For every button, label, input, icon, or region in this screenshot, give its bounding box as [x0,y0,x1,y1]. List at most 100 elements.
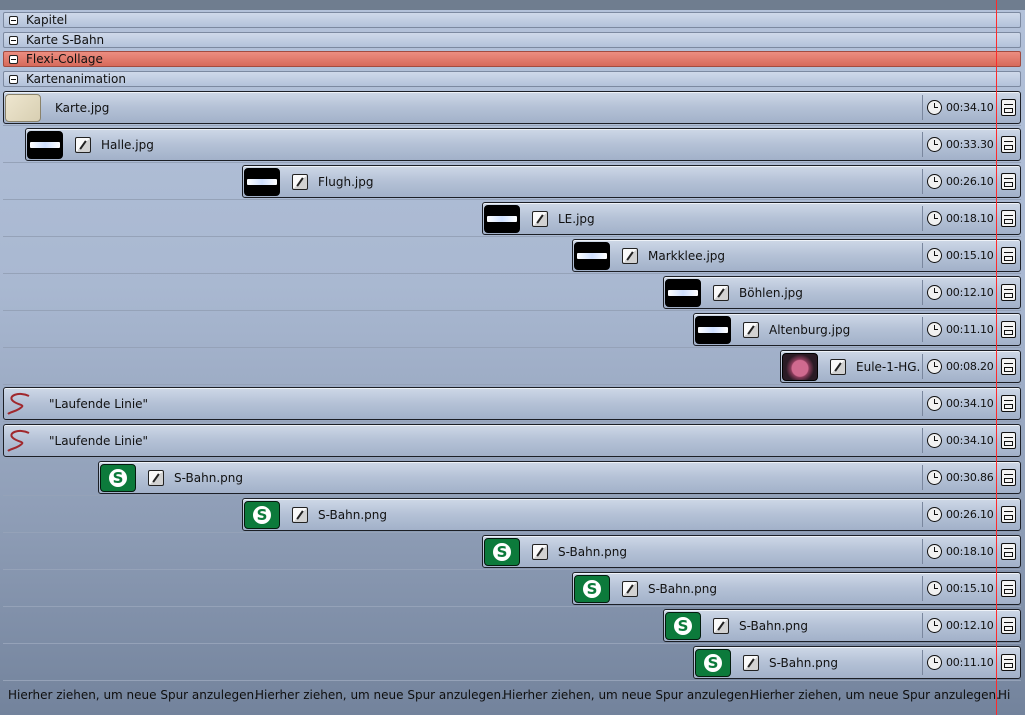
clock-icon [927,359,942,374]
timeline-clip[interactable]: Karte.jpg 00:34.10 [3,91,1021,124]
effect-icon[interactable] [830,358,846,375]
end-marker-icon[interactable] [1001,99,1016,116]
effect-icon[interactable] [292,506,308,523]
playhead-marker[interactable] [996,0,997,715]
clock-icon [927,433,942,448]
effect-icon[interactable] [148,469,164,486]
group-kapitel[interactable]: Kapitel [3,12,1021,28]
group-kartenanimation[interactable]: Kartenanimation [3,71,1021,87]
end-marker-icon[interactable] [1001,210,1016,227]
clip-duration: 00:26.10 [922,502,996,527]
clip-duration: 00:30.86 [922,465,996,490]
timeline-clip[interactable]: "Laufende Linie" 00:34.10 [3,424,1021,457]
collapse-toggle-icon[interactable] [9,35,18,45]
clip-duration: 00:34.10 [922,95,996,120]
end-marker-icon[interactable] [1001,395,1016,412]
timeline-clip[interactable]: Flugh.jpg 00:26.10 [242,165,1021,198]
end-marker-icon[interactable] [1001,506,1016,523]
s-bahn-logo-icon: S [251,503,273,526]
group-title: Kartenanimation [26,72,126,86]
clip-thumbnail [782,352,818,381]
timeline-clip[interactable]: "Laufende Linie" 00:34.10 [3,387,1021,420]
group-title: Karte S-Bahn [26,33,105,47]
clock-icon [927,174,942,189]
collapse-toggle-icon[interactable] [9,54,18,64]
duration-text: 00:12.10 [946,286,994,299]
timeline-clip[interactable]: S S-Bahn.png 00:26.10 [242,498,1021,531]
effect-icon[interactable] [532,210,548,227]
collapse-toggle-icon[interactable] [9,15,18,25]
clip-thumbnail [665,278,701,307]
clip-thumbnail [484,204,520,233]
duration-text: 00:26.10 [946,175,994,188]
end-marker-icon[interactable] [1001,358,1016,375]
end-marker-icon[interactable] [1001,617,1016,634]
new-track-drop-zone[interactable]: Hierher ziehen, um neue Spur anzulegen. … [3,684,1021,706]
clip-thumbnail: S [484,537,520,566]
clip-thumbnail [244,167,280,196]
timeline-clip[interactable]: S S-Bahn.png 00:11.10 [693,646,1021,679]
clip-name: "Laufende Linie" [49,396,149,411]
effect-icon[interactable] [292,173,308,190]
timeline-clip[interactable]: Altenburg.jpg 00:11.10 [693,313,1021,346]
timeline-clip[interactable]: Halle.jpg 00:33.30 [25,128,1021,161]
end-marker-icon[interactable] [1001,469,1016,486]
clip-thumbnail: S [574,574,610,603]
clip-name: Karte.jpg [55,100,110,115]
duration-text: 00:33.30 [946,138,994,151]
timeline-clip[interactable]: Markklee.jpg 00:15.10 [572,239,1021,272]
effect-icon[interactable] [713,284,729,301]
clip-duration: 00:33.30 [922,132,996,157]
clock-icon [927,211,942,226]
end-marker-icon[interactable] [1001,284,1016,301]
clock-icon [927,248,942,263]
effect-icon[interactable] [75,136,91,153]
clip-thumbnail [5,93,41,122]
clip-name: "Laufende Linie" [49,433,149,448]
clock-icon [927,507,942,522]
clip-thumbnail: S [665,611,701,640]
end-marker-icon[interactable] [1001,432,1016,449]
effect-icon[interactable] [713,617,729,634]
timeline-clip[interactable]: Eule-1-HG. 00:08.20 [780,350,1021,383]
clock-icon [927,137,942,152]
clip-thumbnail: S [100,463,136,492]
group-title: Flexi-Collage [26,52,103,66]
clock-icon [927,396,942,411]
effect-icon[interactable] [622,247,638,264]
duration-text: 00:26.10 [946,508,994,521]
drop-hint: Hierher ziehen, um neue Spur anzulegen. [8,688,258,702]
end-marker-icon[interactable] [1001,136,1016,153]
clock-icon [927,285,942,300]
effect-icon[interactable] [743,654,759,671]
timeline-clip[interactable]: LE.jpg 00:18.10 [482,202,1021,235]
duration-text: 00:12.10 [946,619,994,632]
drop-hint: Hierher ziehen, um neue Spur anzulegen. [255,688,505,702]
clip-duration: 00:18.10 [922,539,996,564]
clip-name: Flugh.jpg [318,174,374,189]
clip-duration: 00:15.10 [922,576,996,601]
clip-duration: 00:12.10 [922,613,996,638]
effect-icon[interactable] [743,321,759,338]
clock-icon [927,470,942,485]
group-flexi-collage[interactable]: Flexi-Collage [3,51,1021,67]
clip-duration: 00:15.10 [922,243,996,268]
effect-icon[interactable] [622,580,638,597]
end-marker-icon[interactable] [1001,580,1016,597]
end-marker-icon[interactable] [1001,321,1016,338]
timeline-clip[interactable]: S S-Bahn.png 00:12.10 [663,609,1021,642]
end-marker-icon[interactable] [1001,247,1016,264]
timeline-clip[interactable]: S S-Bahn.png 00:30.86 [98,461,1021,494]
timeline-clip[interactable]: Böhlen.jpg 00:12.10 [663,276,1021,309]
group-karte-s-bahn[interactable]: Karte S-Bahn [3,32,1021,48]
clip-duration: 00:26.10 [922,169,996,194]
timeline-clip[interactable]: S S-Bahn.png 00:18.10 [482,535,1021,568]
effect-icon[interactable] [532,543,548,560]
end-marker-icon[interactable] [1001,543,1016,560]
collapse-toggle-icon[interactable] [9,74,18,84]
end-marker-icon[interactable] [1001,173,1016,190]
clip-duration: 00:11.10 [922,317,996,342]
timeline-clip[interactable]: S S-Bahn.png 00:15.10 [572,572,1021,605]
clock-icon [927,544,942,559]
end-marker-icon[interactable] [1001,654,1016,671]
